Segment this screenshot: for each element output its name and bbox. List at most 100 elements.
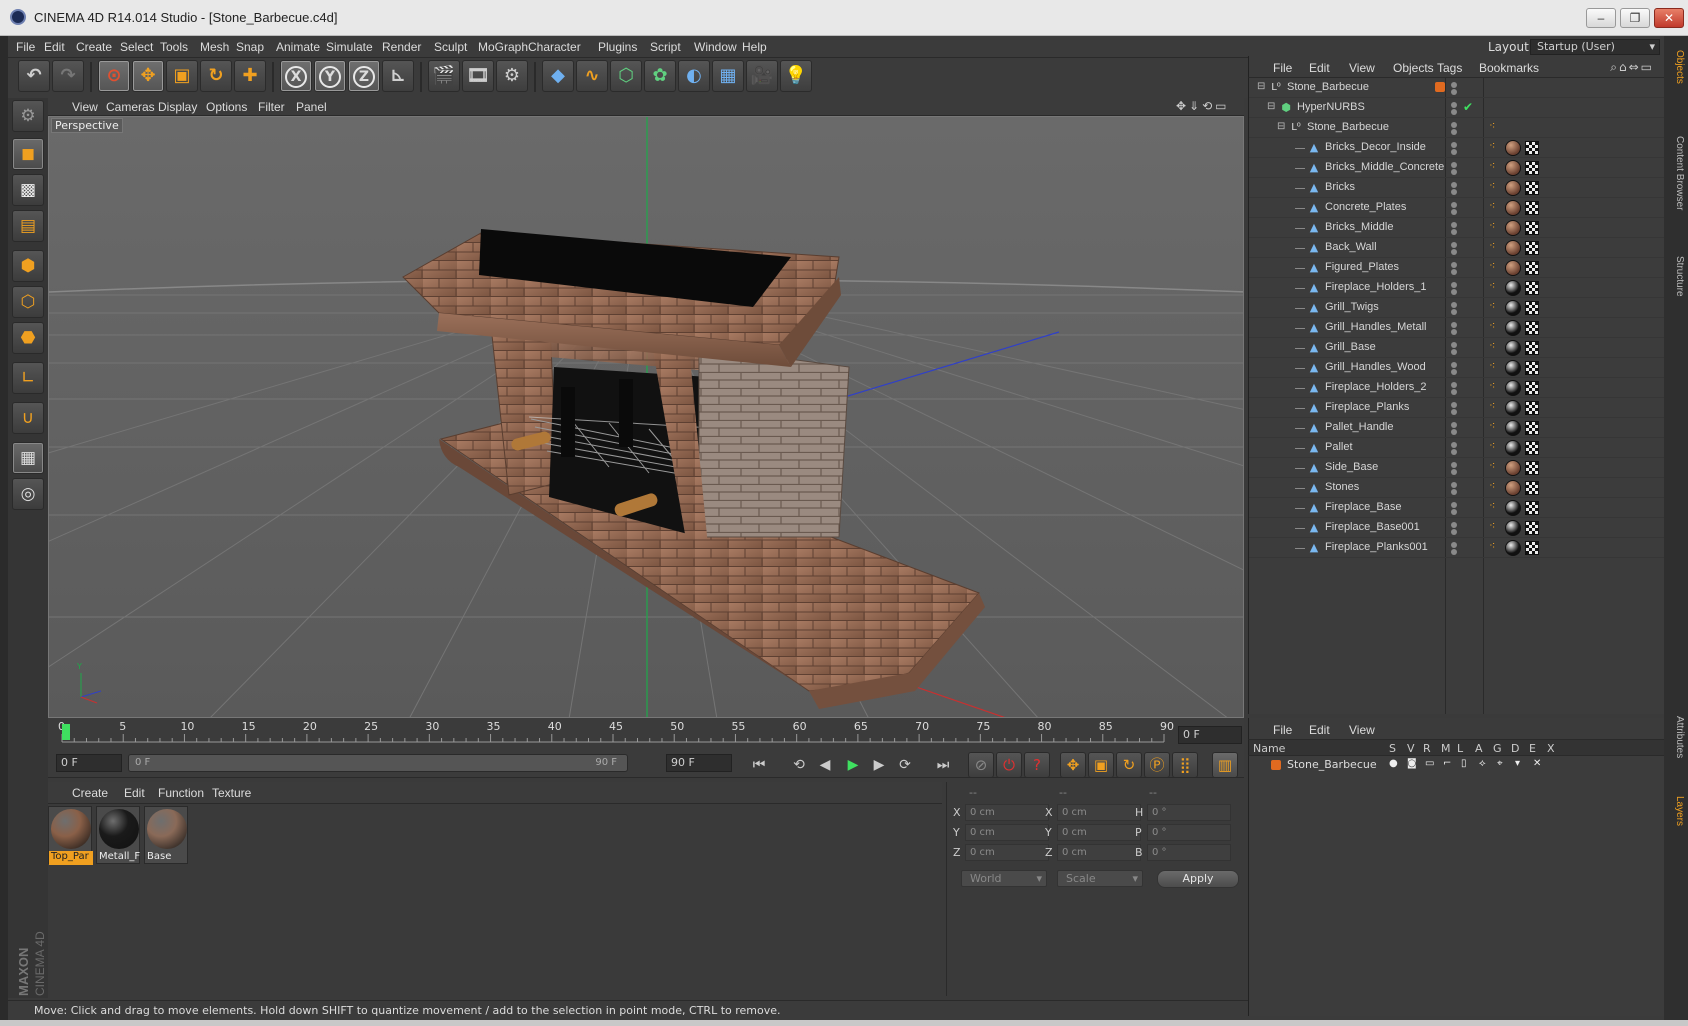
key-parameter-icon[interactable]: Ⓟ	[1144, 752, 1170, 778]
layer-column-g[interactable]: G	[1493, 742, 1502, 755]
nurbs-icon[interactable]: ⬡	[610, 60, 642, 92]
render-picture-viewer-icon[interactable]: 🎞	[462, 60, 494, 92]
go-to-end-icon[interactable]: ⏭	[932, 754, 954, 776]
layer-column-e[interactable]: E	[1529, 742, 1536, 755]
texture-tag-icon[interactable]	[1505, 140, 1521, 156]
coordinate-system-icon[interactable]: ⊾	[382, 60, 414, 92]
viewport-menu-filter[interactable]: Filter	[258, 100, 285, 114]
menu-render[interactable]: Render	[382, 40, 421, 54]
texture-tag-icon[interactable]	[1505, 300, 1521, 316]
editor-visibility-dot[interactable]	[1451, 502, 1457, 508]
transform-mode-select[interactable]: Scale ▾	[1057, 870, 1143, 887]
layer-lock-icon[interactable]: ▯	[1461, 758, 1467, 769]
render-visibility-dot[interactable]	[1451, 229, 1457, 235]
editor-visibility-dot[interactable]	[1451, 182, 1457, 188]
render-visibility-dot[interactable]	[1451, 349, 1457, 355]
uvw-tag-icon[interactable]	[1525, 361, 1539, 375]
menu-window[interactable]: Window	[694, 40, 737, 54]
menu-select[interactable]: Select	[120, 40, 153, 54]
phong-tag-icon[interactable]: ⁖	[1489, 159, 1495, 172]
texture-tag-icon[interactable]	[1505, 500, 1521, 516]
layer-column-l[interactable]: L	[1457, 742, 1463, 755]
rotate-tool-icon[interactable]: ↻	[200, 60, 232, 92]
menu-sculpt[interactable]: Sculpt	[434, 40, 467, 54]
undo-icon[interactable]: ↶	[18, 60, 50, 92]
scale-tool-icon[interactable]: ▣	[166, 60, 198, 92]
side-tab-content-browser[interactable]: Content Browser	[1667, 136, 1685, 210]
menu-plugins[interactable]: Plugins	[598, 40, 637, 54]
uvw-tag-icon[interactable]	[1525, 261, 1539, 275]
expand-toggle-icon[interactable]: ⊟	[1257, 81, 1265, 92]
uvw-tag-icon[interactable]	[1525, 441, 1539, 455]
coord-value-field[interactable]: 0 °	[1147, 844, 1231, 861]
previous-frame-icon[interactable]: ◀	[814, 754, 836, 776]
object-row[interactable]: ▲ Concrete_Plates ⁖	[1249, 198, 1664, 218]
next-key-icon[interactable]: ⟳	[894, 754, 916, 776]
deformer-icon[interactable]: ◐	[678, 60, 710, 92]
enabled-check-icon[interactable]: ✔	[1463, 100, 1473, 114]
side-tab-objects[interactable]: Objects	[1667, 50, 1685, 84]
expand-toggle-icon[interactable]: ⊟	[1277, 121, 1285, 132]
menu-mograph[interactable]: MoGraph	[478, 40, 528, 54]
uvw-tag-icon[interactable]	[1525, 161, 1539, 175]
viewport-menu-options[interactable]: Options	[206, 100, 247, 114]
texture-tag-icon[interactable]	[1505, 260, 1521, 276]
texture-tag-icon[interactable]	[1505, 520, 1521, 536]
end-frame-field[interactable]: 90 F	[666, 754, 732, 772]
object-row[interactable]: ▲ Grill_Twigs ⁖	[1249, 298, 1664, 318]
render-visibility-dot[interactable]	[1451, 189, 1457, 195]
phong-tag-icon[interactable]: ⁖	[1489, 459, 1495, 472]
texture-tag-icon[interactable]	[1505, 380, 1521, 396]
layer-menu-view[interactable]: View	[1349, 723, 1375, 737]
layer-menu-file[interactable]: File	[1273, 723, 1292, 737]
current-frame-field[interactable]: 0 F	[1178, 726, 1242, 744]
phong-tag-icon[interactable]: ⁖	[1489, 419, 1495, 432]
motion-record-icon[interactable]: ⊘	[968, 752, 994, 778]
uvw-tag-icon[interactable]	[1525, 181, 1539, 195]
texture-tag-icon[interactable]	[1505, 320, 1521, 336]
object-row[interactable]: ▲ Fireplace_Holders_1 ⁖	[1249, 278, 1664, 298]
editor-visibility-dot[interactable]	[1451, 522, 1457, 528]
editor-visibility-dot[interactable]	[1451, 262, 1457, 268]
editor-visibility-dot[interactable]	[1451, 302, 1457, 308]
phong-tag-icon[interactable]: ⁖	[1489, 279, 1495, 292]
texture-tag-icon[interactable]	[1505, 240, 1521, 256]
key-pla-icon[interactable]: ⣿	[1172, 752, 1198, 778]
layer-column-r[interactable]: R	[1423, 742, 1431, 755]
phong-tag-icon[interactable]: ⁖	[1489, 439, 1495, 452]
editor-visibility-dot[interactable]	[1451, 462, 1457, 468]
snap-magnet-icon[interactable]: ∪	[12, 402, 44, 434]
material-menu-texture[interactable]: Texture	[212, 786, 251, 800]
expand-toggle-icon[interactable]: ⊟	[1267, 101, 1275, 112]
menu-edit[interactable]: Edit	[44, 40, 65, 54]
render-visibility-dot[interactable]	[1451, 249, 1457, 255]
editor-visibility-dot[interactable]	[1451, 402, 1457, 408]
coord-value-field[interactable]: 0 °	[1147, 824, 1231, 841]
texture-tag-icon[interactable]	[1505, 460, 1521, 476]
phong-tag-icon[interactable]: ⁖	[1489, 539, 1495, 552]
coord-value-field[interactable]: 0 cm	[965, 804, 1049, 821]
phong-tag-icon[interactable]: ⁖	[1489, 119, 1495, 132]
render-visibility-dot[interactable]	[1451, 489, 1457, 495]
layer-color-swatch[interactable]	[1271, 760, 1281, 770]
object-row[interactable]: ▲ Pallet ⁖	[1249, 438, 1664, 458]
start-frame-field[interactable]: 0 F	[56, 754, 122, 772]
object-row[interactable]: ▲ Grill_Handles_Wood ⁖	[1249, 358, 1664, 378]
render-visibility-dot[interactable]	[1451, 329, 1457, 335]
object-menu-edit[interactable]: Edit	[1309, 61, 1330, 75]
key-position-icon[interactable]: ✥	[1060, 752, 1086, 778]
uvw-tag-icon[interactable]	[1525, 341, 1539, 355]
camera-icon[interactable]: 🎥	[746, 60, 778, 92]
timeline-ruler[interactable]: 051015202530354045505560657075808590 0 F	[48, 718, 1244, 750]
menu-tools[interactable]: Tools	[160, 40, 188, 54]
render-visibility-dot[interactable]	[1451, 509, 1457, 515]
floor-icon[interactable]: ▦	[712, 60, 744, 92]
workplane-mode-icon[interactable]: ▤	[12, 210, 44, 242]
current-frame-marker[interactable]	[62, 724, 70, 740]
object-row[interactable]: ▲ Side_Base ⁖	[1249, 458, 1664, 478]
viewport-menu-cameras[interactable]: Cameras	[106, 100, 155, 114]
redo-icon[interactable]: ↷	[52, 60, 84, 92]
menu-animate[interactable]: Animate	[276, 40, 320, 54]
layer-generators-icon[interactable]: ⌖	[1497, 758, 1503, 769]
points-mode-icon[interactable]: ⬢	[12, 250, 44, 282]
